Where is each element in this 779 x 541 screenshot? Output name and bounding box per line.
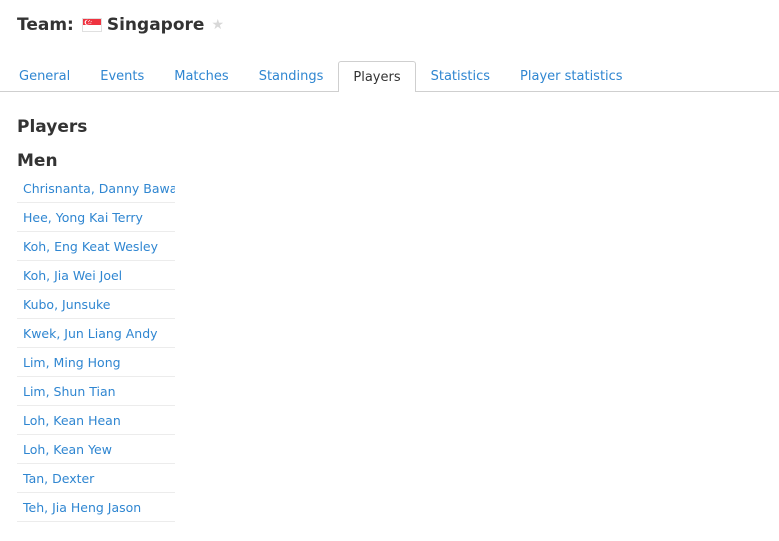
tab-players[interactable]: Players [338,61,416,92]
player-link[interactable]: Lim, Shun Tian [23,384,116,399]
tab-general[interactable]: General [4,61,85,91]
tab-events[interactable]: Events [85,61,159,91]
list-item: Kubo, Junsuke [17,290,175,319]
list-item: Koh, Jia Wei Joel [17,261,175,290]
star-icon[interactable]: ★ [211,17,224,33]
group-title: Men [17,151,58,171]
player-link[interactable]: Kubo, Junsuke [23,297,110,312]
team-page: Team: Singapore ★ General Events Matches St… [0,0,779,541]
player-link[interactable]: Tan, Dexter [23,471,94,486]
list-item: Loh, Kean Hean [17,406,175,435]
list-item: Lim, Shun Tian [17,377,175,406]
player-link[interactable]: Loh, Kean Hean [23,413,121,428]
player-link[interactable]: Loh, Kean Yew [23,442,112,457]
team-header: Team: Singapore ★ [17,12,224,38]
tab-matches[interactable]: Matches [159,61,243,91]
team-label: Team: [17,15,74,35]
player-link[interactable]: Hee, Yong Kai Terry [23,210,143,225]
list-item: Loh, Kean Yew [17,435,175,464]
list-item: Tan, Dexter [17,464,175,493]
player-link[interactable]: Lim, Ming Hong [23,355,121,370]
section-title: Players [17,117,88,137]
list-item: Hee, Yong Kai Terry [17,203,175,232]
list-item: Chrisnanta, Danny Bawa [17,174,175,203]
list-item: Lim, Ming Hong [17,348,175,377]
player-link[interactable]: Chrisnanta, Danny Bawa [23,181,175,196]
player-list: Chrisnanta, Danny Bawa Hee, Yong Kai Terr… [17,174,175,522]
tab-statistics[interactable]: Statistics [416,61,505,91]
list-item: Teh, Jia Heng Jason [17,493,175,522]
player-link[interactable]: Koh, Eng Keat Wesley [23,239,158,254]
team-name: Singapore [106,15,205,35]
singapore-flag-icon [81,18,102,32]
list-item: Kwek, Jun Liang Andy [17,319,175,348]
player-link[interactable]: Kwek, Jun Liang Andy [23,326,158,341]
list-item: Koh, Eng Keat Wesley [17,232,175,261]
tab-standings[interactable]: Standings [244,61,339,91]
player-link[interactable]: Teh, Jia Heng Jason [23,500,141,515]
tab-bar: General Events Matches Standings Players Stat… [0,61,779,92]
tab-player-statistics[interactable]: Player statistics [505,61,638,91]
player-link[interactable]: Koh, Jia Wei Joel [23,268,122,283]
